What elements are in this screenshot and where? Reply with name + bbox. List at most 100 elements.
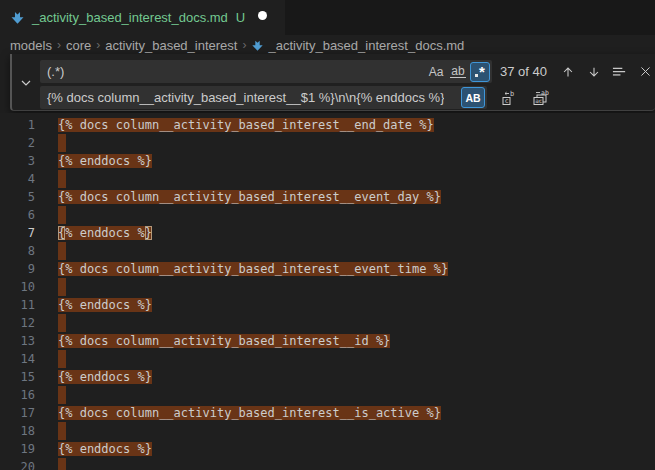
- line-content: {% enddocs %}: [58, 298, 152, 312]
- newline-match-highlight: [58, 278, 66, 296]
- tab-bar: _activity_based_interest_docs.md U: [0, 0, 655, 35]
- newline-match-highlight: [58, 242, 66, 260]
- toggle-replace-chevron-icon[interactable]: [18, 75, 34, 91]
- line-number: 18: [0, 424, 35, 438]
- editor-line[interactable]: 4: [0, 170, 655, 188]
- line-content: [58, 386, 66, 404]
- svg-text:ab: ab: [541, 89, 549, 97]
- newline-match-highlight: [58, 422, 66, 440]
- find-input[interactable]: (.*) Aa ab *: [40, 60, 492, 83]
- editor-line[interactable]: 13 {% docs column__activity_based_interes…: [0, 332, 655, 350]
- line-number: 11: [0, 298, 35, 312]
- previous-match-button[interactable]: [557, 61, 578, 82]
- breadcrumb-item-folder[interactable]: activity_based_interest: [105, 38, 237, 53]
- editor-line[interactable]: 16: [0, 386, 655, 404]
- line-number: 1: [0, 118, 35, 132]
- find-replace-widget: (.*) Aa ab * 37 of 40: [10, 54, 655, 111]
- chevron-right-icon: ›: [57, 38, 61, 52]
- replace-input[interactable]: {% docs column__activity_based_interest_…: [40, 86, 487, 109]
- newline-match-highlight: [58, 206, 66, 224]
- editor-line[interactable]: 5 {% docs column__activity_based_interest…: [0, 188, 655, 206]
- regex-button[interactable]: *: [470, 62, 490, 82]
- replace-value: {% docs column__activity_based_interest_…: [40, 90, 444, 105]
- line-content: [58, 350, 66, 368]
- line-number: 15: [0, 370, 35, 384]
- line-content: [58, 134, 66, 152]
- newline-match-highlight: [58, 350, 66, 368]
- tab-filename: _activity_based_interest_docs.md: [32, 10, 228, 25]
- editor-line[interactable]: 17 {% docs column__activity_based_interes…: [0, 404, 655, 422]
- editor-line[interactable]: 15 {% enddocs %}: [0, 368, 655, 386]
- find-in-selection-button[interactable]: [609, 61, 630, 82]
- markdown-file-icon: [251, 39, 264, 52]
- line-content: {% docs column__activity_based_interest_…: [58, 334, 390, 348]
- editor-line[interactable]: 18: [0, 422, 655, 440]
- editor-line[interactable]: 1 {% docs column__activity_based_interest…: [0, 116, 655, 134]
- line-number: 5: [0, 190, 35, 204]
- line-number: 16: [0, 388, 35, 402]
- line-content: {% docs column__activity_based_interest_…: [58, 262, 448, 276]
- preserve-case-button[interactable]: AB: [461, 87, 485, 108]
- svg-text:c: c: [504, 97, 508, 105]
- editor-line[interactable]: 6: [0, 206, 655, 224]
- git-status-badge: U: [236, 10, 245, 25]
- line-number: 10: [0, 280, 35, 294]
- editor-line[interactable]: 3{% enddocs %}: [0, 152, 655, 170]
- close-find-widget-button[interactable]: [635, 61, 655, 82]
- editor-line[interactable]: 9{% docs column__activity_based_interest…: [0, 260, 655, 278]
- newline-match-highlight: [58, 386, 66, 404]
- line-content: [58, 206, 66, 224]
- chevron-right-icon: ›: [96, 38, 100, 52]
- line-number: 19: [0, 442, 35, 456]
- unsaved-changes-dot[interactable]: [258, 11, 267, 20]
- line-number: 2: [0, 136, 35, 150]
- line-number: 14: [0, 352, 35, 366]
- line-number: 20: [0, 460, 35, 470]
- editor-line[interactable]: 20: [0, 458, 655, 470]
- line-number: 8: [0, 244, 35, 258]
- editor-line[interactable]: 7{% enddocs %}: [0, 224, 655, 242]
- editor-line[interactable]: 8: [0, 242, 655, 260]
- match-case-button[interactable]: Aa: [426, 62, 446, 82]
- breadcrumb-item-file[interactable]: _activity_based_interest_docs.md: [268, 38, 464, 53]
- markdown-file-icon: [10, 10, 25, 25]
- editor-line[interactable]: 14: [0, 350, 655, 368]
- line-content: {% enddocs %}: [58, 370, 152, 384]
- line-number: 13: [0, 334, 35, 348]
- whole-word-button[interactable]: ab: [448, 62, 468, 82]
- newline-match-highlight: [58, 170, 66, 188]
- editor-line[interactable]: 10: [0, 278, 655, 296]
- replace-button[interactable]: b c: [498, 87, 519, 108]
- line-number: 3: [0, 154, 35, 168]
- replace-all-button[interactable]: ab ac: [530, 87, 551, 108]
- next-match-button[interactable]: [583, 61, 604, 82]
- line-number: 6: [0, 208, 35, 222]
- line-content: [58, 242, 66, 260]
- editor-line[interactable]: 19 {% enddocs %}: [0, 440, 655, 458]
- line-content: {% enddocs %}: [58, 226, 152, 240]
- line-content: [58, 314, 66, 332]
- svg-text:ac: ac: [535, 97, 543, 104]
- editor-line[interactable]: 2: [0, 134, 655, 152]
- newline-match-highlight: [58, 134, 66, 152]
- breadcrumb-item-models[interactable]: models: [10, 38, 52, 53]
- breadcrumb: models › core › activity_based_interest …: [0, 35, 655, 55]
- editor-content[interactable]: 1 {% docs column__activity_based_interest…: [0, 113, 655, 470]
- line-content: {% docs column__activity_based_interest_…: [58, 190, 441, 204]
- line-content: {% enddocs %}: [58, 442, 152, 456]
- vscode-window: _activity_based_interest_docs.md U model…: [0, 0, 655, 470]
- line-content: [58, 278, 66, 296]
- chevron-right-icon: ›: [242, 38, 246, 52]
- newline-match-highlight: [58, 314, 66, 332]
- line-number: 17: [0, 406, 35, 420]
- breadcrumb-item-core[interactable]: core: [66, 38, 91, 53]
- editor-line[interactable]: 11 {% enddocs %}: [0, 296, 655, 314]
- line-content: [58, 422, 66, 440]
- line-content: [58, 458, 66, 470]
- line-content: {% docs column__activity_based_interest_…: [58, 406, 441, 420]
- line-content: [58, 170, 66, 188]
- editor-line[interactable]: 12: [0, 314, 655, 332]
- line-content: {% docs column__activity_based_interest_…: [58, 118, 434, 132]
- editor-tab[interactable]: _activity_based_interest_docs.md U: [0, 0, 285, 35]
- newline-match-highlight: [58, 458, 66, 470]
